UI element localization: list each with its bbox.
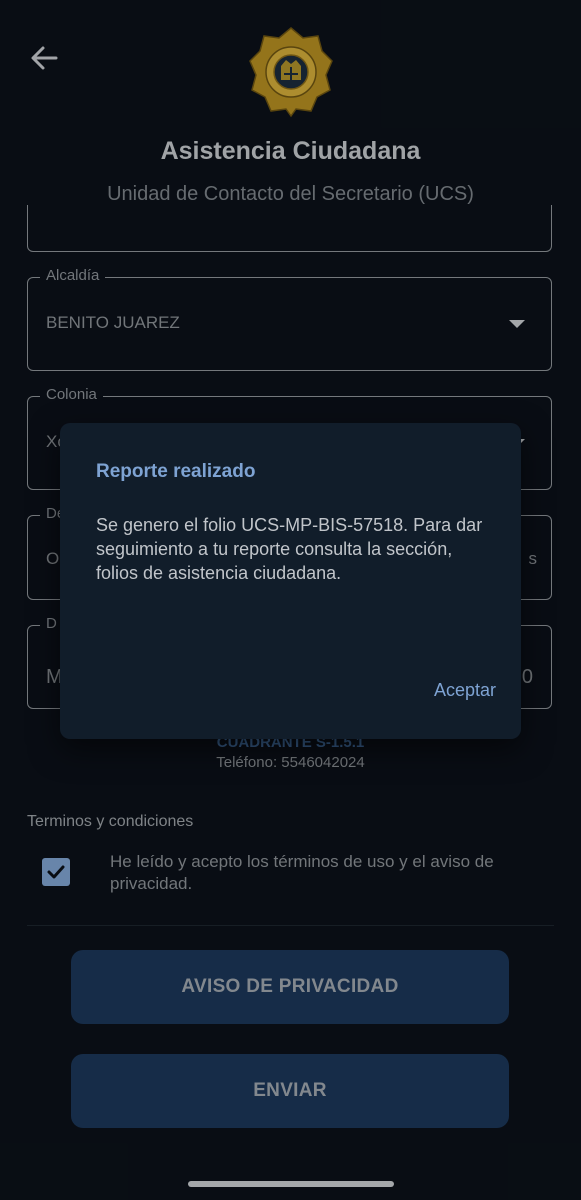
accept-button[interactable]: Aceptar bbox=[434, 680, 496, 701]
dialog-title: Reporte realizado bbox=[96, 461, 256, 482]
dialog-message: Se genero el folio UCS-MP-BIS-57518. Par… bbox=[96, 515, 483, 583]
report-dialog: Reporte realizado Se genero el folio UCS… bbox=[60, 423, 521, 739]
